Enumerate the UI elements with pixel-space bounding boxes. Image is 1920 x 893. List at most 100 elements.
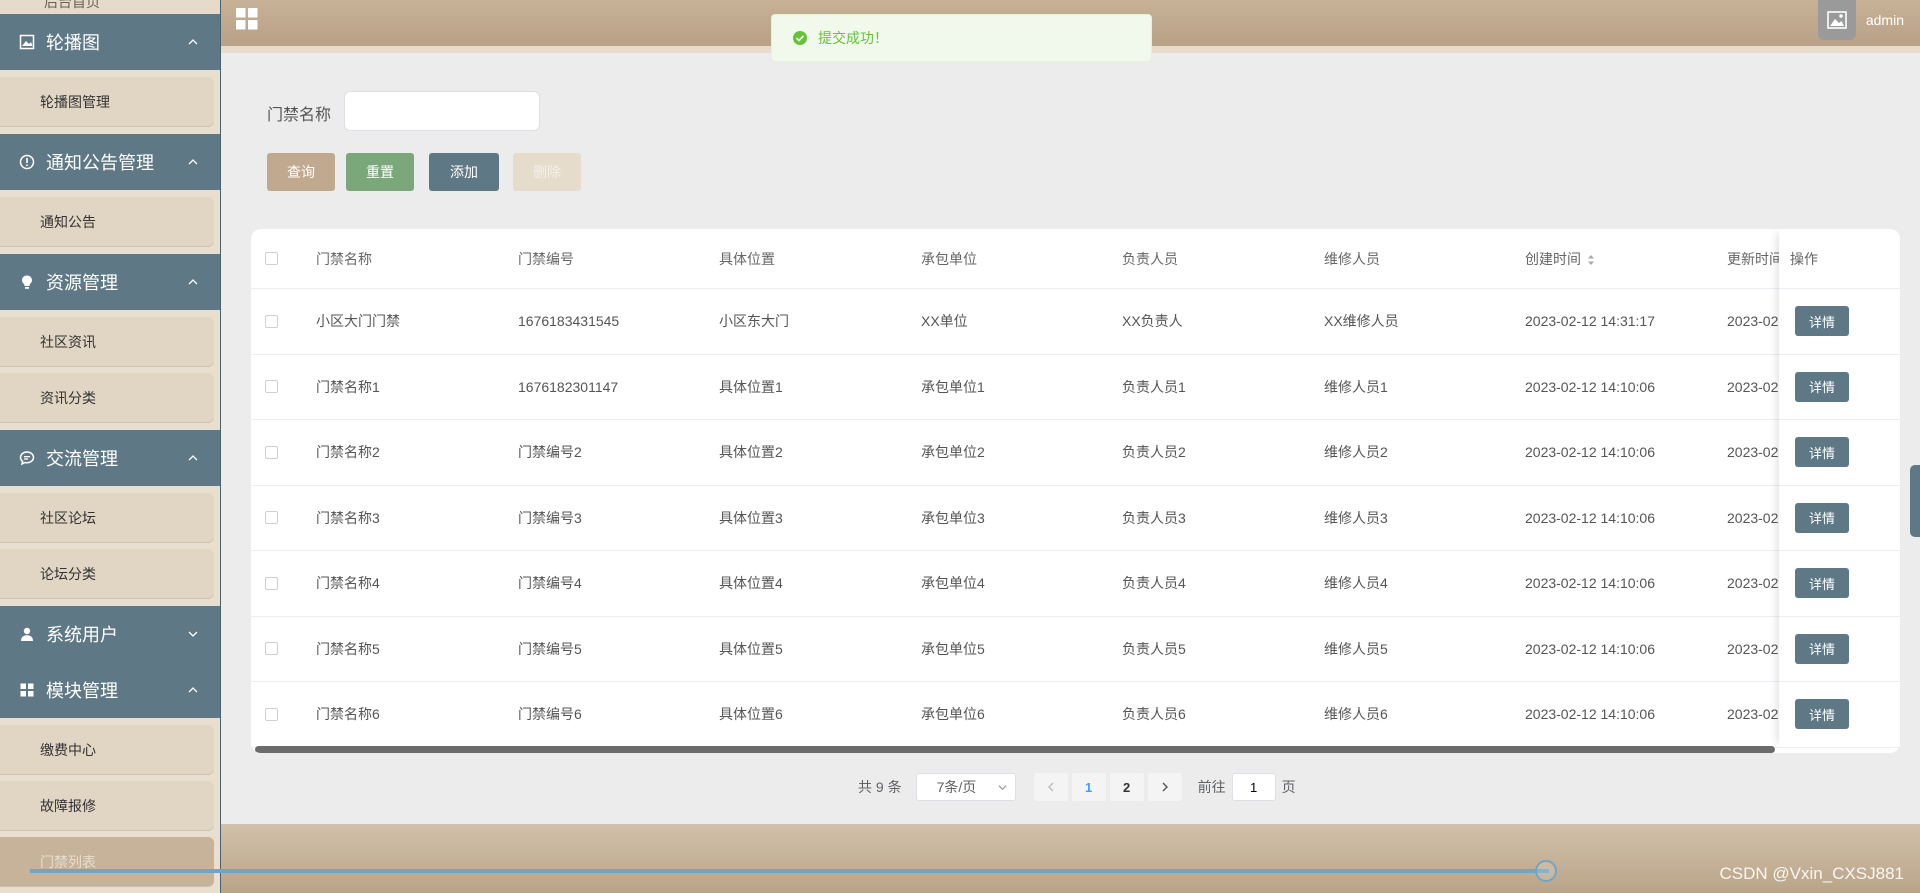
table-row: 门禁名称5 门禁编号5 具体位置5 承包单位5 负责人员5 维修人员5 2023-02-12… [251, 617, 1900, 682]
watermark: CSDN @Vxin_CXSJ881 [1719, 864, 1905, 883]
chevron-up-icon [188, 39, 198, 45]
sidebar-item-home-label: 后台首页 [44, 0, 100, 10]
table-cell: 维修人员5 [1324, 640, 1388, 657]
table-cell: 维修人员3 [1324, 509, 1388, 526]
table-cell: 具体位置5 [719, 640, 783, 657]
sidebar-item-notice[interactable]: 通知公告 [0, 197, 214, 247]
select-all-checkbox[interactable] [265, 252, 278, 265]
page-button-2[interactable]: 2 [1109, 773, 1144, 801]
row-checkbox[interactable] [265, 642, 278, 656]
table-cell: 1676182301147 [518, 378, 619, 395]
check-circle-icon [793, 31, 807, 45]
table-row: 小区大门门禁 1676183431545 小区东大门 XX单位 XX负责人 XX维修人员 2… [251, 289, 1900, 355]
detail-button[interactable]: 详情 [1795, 502, 1849, 533]
table-row: 门禁名称3 门禁编号3 具体位置3 承包单位3 负责人员3 维修人员3 2023-02-12… [251, 486, 1900, 551]
chevron-up-icon [188, 687, 198, 693]
table-cell: 负责人员3 [1122, 509, 1186, 526]
user-menu[interactable]: admin [1817, 0, 1904, 40]
operation-cell: 详情 [1779, 420, 1900, 486]
sidebar-item-news-category[interactable]: 资讯分类 [0, 373, 214, 423]
row-checkbox[interactable] [265, 511, 278, 525]
table-cell: 2023-02-12 14:10:06 [1525, 444, 1655, 461]
row-checkbox[interactable] [265, 380, 278, 394]
video-progress-knob[interactable] [1535, 860, 1557, 882]
sort-icon[interactable] [1587, 254, 1595, 266]
pagination-total: 共 9 条 [858, 779, 902, 795]
table-row: 门禁名称2 门禁编号2 具体位置2 承包单位2 负责人员2 维修人员2 2023-02-12… [251, 420, 1900, 486]
sidebar-item-forum[interactable]: 社区论坛 [0, 493, 214, 543]
table-cell: 2023-02 [1727, 313, 1779, 330]
detail-button[interactable]: 详情 [1795, 306, 1849, 337]
menu-group-modules[interactable]: 模块管理 [0, 662, 220, 718]
bulb-icon [18, 273, 36, 291]
reset-button[interactable]: 重置 [346, 153, 414, 191]
table-cell: 2023-02 [1727, 444, 1779, 461]
table-cell: 小区东大门 [719, 313, 789, 330]
table-cell: 门禁编号2 [518, 444, 582, 461]
chevron-down-icon [998, 785, 1007, 791]
sidebar-item-forum-category[interactable]: 论坛分类 [0, 549, 214, 599]
row-checkbox[interactable] [265, 576, 278, 590]
sidebar-item-news[interactable]: 社区资讯 [0, 317, 214, 367]
page-jump-input[interactable] [1231, 773, 1276, 801]
detail-button[interactable]: 详情 [1795, 371, 1849, 402]
table-cell: 门禁编号3 [518, 509, 582, 526]
prev-page-button[interactable] [1033, 773, 1068, 801]
sidebar: 后台首页 轮播图 轮播图管理 通知公告管理 通知公告 资源管理 社区资讯 资讯分… [0, 0, 221, 893]
chevron-down-icon [188, 631, 198, 637]
menu-group-label: 通知公告管理 [46, 153, 154, 173]
table-cell: 2023-02-12 14:10:06 [1525, 575, 1655, 592]
sidebar-item-carousel-manage[interactable]: 轮播图管理 [0, 77, 214, 127]
row-checkbox[interactable] [265, 445, 278, 459]
add-button[interactable]: 添加 [429, 153, 499, 191]
chevron-right-icon [1162, 782, 1168, 792]
page-size-select[interactable]: 7条/页 [915, 773, 1016, 801]
sidebar-item-payment[interactable]: 缴费中心 [0, 725, 214, 775]
detail-button[interactable]: 详情 [1795, 699, 1849, 730]
table-cell: 维修人员1 [1324, 378, 1388, 395]
menu-group-label: 系统用户 [46, 625, 118, 645]
column-header-label: 创建时间 [1525, 250, 1581, 267]
menu-group-communication[interactable]: 交流管理 [0, 430, 220, 486]
query-button[interactable]: 查询 [267, 153, 335, 191]
operation-cell: 详情 [1779, 486, 1900, 551]
username: admin [1865, 12, 1904, 28]
column-header: 门禁名称 [316, 250, 372, 267]
table-cell: 2023-02 [1727, 509, 1779, 526]
detail-button[interactable]: 详情 [1795, 633, 1849, 664]
column-header-sortable[interactable]: 创建时间 [1525, 249, 1595, 269]
right-side-handle[interactable] [1910, 465, 1920, 537]
success-toast: 提交成功！ [771, 14, 1152, 62]
menu-group-users[interactable]: 系统用户 [0, 606, 220, 662]
info-icon [18, 153, 36, 171]
video-progress-bar[interactable] [30, 869, 1549, 873]
page-button-1[interactable]: 1 [1071, 773, 1106, 801]
detail-button[interactable]: 详情 [1795, 568, 1849, 599]
horizontal-scrollbar[interactable] [255, 746, 1775, 753]
table-cell: 负责人员1 [1122, 378, 1186, 395]
avatar[interactable] [1817, 0, 1856, 40]
menu-group-label: 轮播图 [46, 33, 100, 53]
chat-icon [18, 449, 36, 467]
detail-button[interactable]: 详情 [1795, 437, 1849, 468]
table-cell: 门禁名称3 [316, 509, 380, 526]
table-cell: XX单位 [921, 313, 968, 330]
table-cell: 具体位置6 [719, 706, 783, 723]
sidebar-item-home[interactable]: 后台首页 [0, 0, 220, 14]
table-cell: 2023-02-12 14:10:06 [1525, 509, 1655, 526]
image-icon [18, 33, 36, 51]
chevron-up-icon [188, 159, 198, 165]
delete-button[interactable]: 删除 [513, 153, 581, 191]
sidebar-item-repair[interactable]: 故障报修 [0, 781, 214, 831]
table-cell: 承包单位4 [921, 575, 985, 592]
row-checkbox[interactable] [265, 707, 278, 721]
menu-group-carousel[interactable]: 轮播图 [0, 14, 220, 70]
table-cell: 维修人员4 [1324, 575, 1388, 592]
search-input[interactable] [344, 91, 540, 131]
row-checkbox[interactable] [265, 314, 278, 328]
table-cell: 负责人员5 [1122, 640, 1186, 657]
menu-group-resource[interactable]: 资源管理 [0, 254, 220, 310]
next-page-button[interactable] [1147, 773, 1182, 801]
sidebar-item-access-list[interactable]: 门禁列表 [0, 837, 214, 887]
menu-group-notice[interactable]: 通知公告管理 [0, 134, 220, 190]
